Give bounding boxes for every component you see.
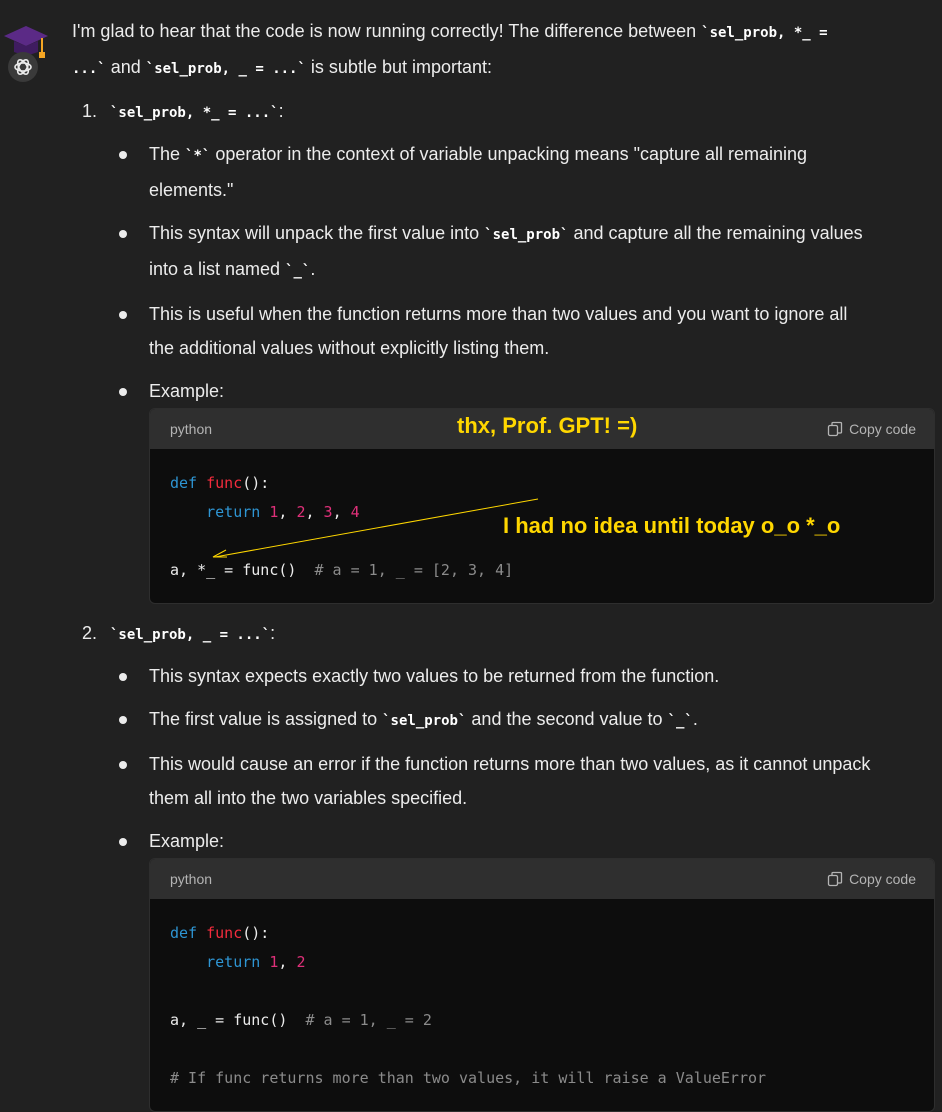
copy-icon (827, 871, 843, 887)
section-heading-1: 1. `sel_prob, *_ = ...`: (72, 94, 934, 128)
intro-paragraph: I'm glad to hear that the code is now ru… (72, 14, 934, 86)
section-heading-2: 2. `sel_prob, _ = ...`: (72, 616, 934, 650)
annotation-no-idea: I had no idea until today o_o *_o (503, 513, 841, 538)
code-line: def func(): (170, 924, 270, 942)
inline-code: `_` (667, 713, 693, 729)
code-line: a, *_ = func() # a = 1, _ = [2, 3, 4] (170, 561, 514, 579)
bullet-text: . (310, 259, 316, 279)
code-block-header: python Copy code thx, Prof. GPT! =) (150, 409, 934, 449)
heading-suffix: : (270, 623, 276, 643)
code-language-label: python (170, 421, 213, 437)
annotation-thanks: thx, Prof. GPT! =) (457, 413, 638, 438)
code-line: return 1, 2 (206, 953, 306, 971)
list-item: Example: (72, 374, 934, 408)
heading-suffix: : (278, 101, 284, 121)
bullet-text: . (692, 709, 698, 729)
copy-icon (827, 421, 843, 437)
copy-code-label: Copy code (849, 871, 916, 887)
inline-code: `sel_prob, *_ = (701, 25, 828, 41)
code-block-1: python Copy code thx, Prof. GPT! =) def … (149, 408, 935, 604)
bullet-text: them all into the two variables specifie… (149, 788, 468, 808)
list-number: 1. (82, 101, 98, 121)
assistant-avatar (0, 24, 50, 86)
bullet-text: Example: (149, 831, 225, 851)
code-block-header: python Copy code (150, 859, 934, 899)
inline-code: `*` (185, 148, 211, 164)
inline-code: `sel_prob, *_ = ...` (110, 105, 279, 121)
bullet-text: Example: (149, 381, 225, 401)
bullet-list-2: This syntax expects exactly two values t… (72, 659, 934, 858)
copy-code-label: Copy code (849, 421, 916, 437)
inline-code: ...` (72, 61, 106, 77)
code-line: def func(): (170, 474, 270, 492)
bullet-text: This is useful when the function returns… (149, 304, 848, 324)
list-item: This syntax will unpack the first value … (72, 216, 934, 288)
intro-text: I'm glad to hear that the code is now ru… (72, 21, 702, 41)
bullet-list-1: The `*` operator in the context of varia… (72, 137, 934, 408)
intro-text: is subtle but important: (305, 57, 493, 77)
code-line: a, _ = func() # a = 1, _ = 2 (170, 1011, 432, 1029)
code-line: # If func returns more than two values, … (170, 1069, 767, 1087)
inline-code: `sel_prob, _ = ...` (145, 61, 306, 77)
openai-logo-icon (8, 52, 38, 82)
code-language-label: python (170, 871, 213, 887)
intro-text: and (105, 57, 146, 77)
bullet-text: the additional values without explicitly… (149, 338, 550, 358)
list-number: 2. (82, 623, 98, 643)
list-item: Example: (72, 824, 934, 858)
bullet-text: and capture all the remaining values (568, 223, 863, 243)
assistant-message: I'm glad to hear that the code is now ru… (72, 14, 935, 1112)
inline-code: `sel_prob` (484, 227, 569, 243)
list-item: The `*` operator in the context of varia… (72, 137, 934, 207)
bullet-text: This syntax expects exactly two values t… (149, 666, 720, 686)
list-item: This would cause an error if the functio… (72, 747, 934, 815)
list-item: This syntax expects exactly two values t… (72, 659, 934, 693)
code-content: def func(): return 1, 2 a, _ = func() # a… (150, 899, 934, 1111)
copy-code-button[interactable]: Copy code (827, 871, 916, 887)
list-item: This is useful when the function returns… (72, 297, 934, 365)
copy-code-button[interactable]: Copy code (827, 421, 916, 437)
bullet-text: The (149, 144, 186, 164)
inline-code: `sel_prob` (382, 713, 467, 729)
inline-code: `_` (285, 263, 311, 279)
bullet-text: This would cause an error if the functio… (149, 754, 871, 774)
bullet-text: elements." (149, 180, 234, 200)
code-block-2: python Copy code def func(): return 1, 2… (149, 858, 935, 1112)
inline-code: `sel_prob, _ = ...` (110, 627, 271, 643)
bullet-text: This syntax will unpack the first value … (149, 223, 485, 243)
bullet-text: into a list named (149, 259, 286, 279)
list-item: The first value is assigned to `sel_prob… (72, 702, 934, 738)
bullet-text: The first value is assigned to (149, 709, 383, 729)
bullet-text: and the second value to (466, 709, 668, 729)
bullet-text: operator in the context of variable unpa… (210, 144, 808, 164)
